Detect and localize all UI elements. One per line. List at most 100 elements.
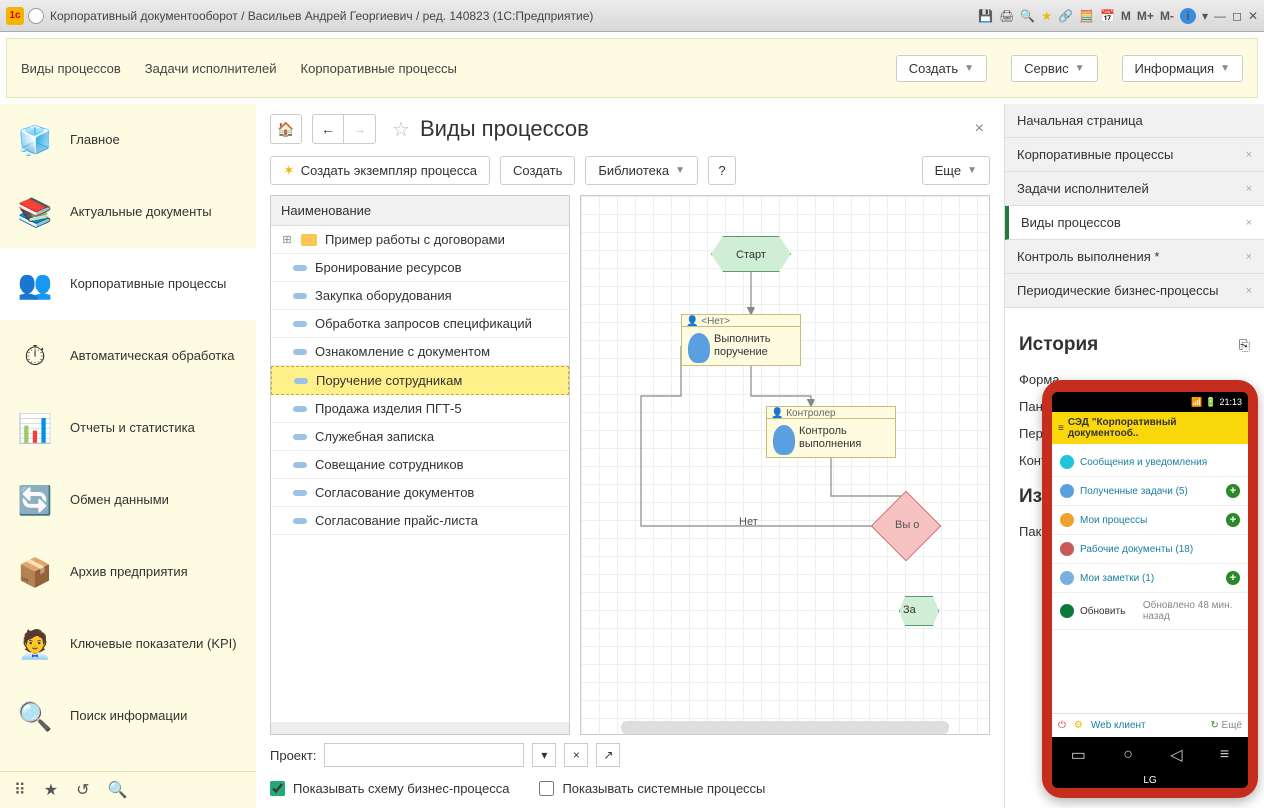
calendar-icon[interactable]: 📅 — [1100, 9, 1115, 23]
sidebar-item-auto[interactable]: ⏱Автоматическая обработка — [0, 320, 256, 392]
create-button[interactable]: Создать▼ — [896, 55, 987, 82]
phone-row-notes[interactable]: Мои заметки (1)+ — [1052, 564, 1248, 593]
diagram-start-node[interactable]: Старт — [711, 236, 791, 272]
create-button[interactable]: Создать — [500, 156, 575, 185]
expand-icon[interactable]: ⊞ — [281, 233, 293, 246]
apps-icon[interactable]: ⠿ — [14, 780, 26, 800]
service-button[interactable]: Сервис▼ — [1011, 55, 1097, 82]
link-icon[interactable]: 🔗 — [1058, 9, 1073, 23]
dropdown-circle-icon[interactable] — [28, 8, 44, 24]
tree-header[interactable]: Наименование — [271, 196, 569, 226]
nav-menu-icon[interactable]: ≡ — [1220, 746, 1229, 764]
tab-close-icon[interactable]: × — [1246, 217, 1252, 229]
menu-tasks[interactable]: Задачи исполнителей — [145, 61, 277, 76]
diagram-task2-node[interactable]: Контроль выполнения — [766, 418, 896, 458]
phone-more-link[interactable]: ↻ Ещё — [1210, 720, 1242, 731]
history-settings-icon[interactable]: ⎘ — [1239, 337, 1250, 354]
nav-home-icon[interactable]: ○ — [1123, 746, 1133, 764]
tree-row[interactable]: Ознакомление с документом — [271, 338, 569, 366]
nav-recent-icon[interactable]: ▭ — [1071, 745, 1086, 765]
menu-process-types[interactable]: Виды процессов — [21, 61, 121, 76]
sidebar-item-main[interactable]: 🧊Главное — [0, 104, 256, 176]
tab-close-icon[interactable]: × — [1246, 149, 1252, 161]
tree-row[interactable]: Поручение сотрудникам — [271, 366, 569, 395]
tab-periodic[interactable]: Периодические бизнес-процессы× — [1005, 274, 1264, 308]
project-select-button[interactable]: ▾ — [532, 743, 556, 767]
power-icon[interactable]: ⏻ — [1058, 720, 1066, 731]
print-icon[interactable]: 🖨 — [999, 9, 1014, 23]
sidebar-item-exchange[interactable]: 🔄Обмен данными — [0, 464, 256, 536]
project-input[interactable] — [324, 743, 524, 767]
forward-button[interactable]: → — [344, 114, 376, 144]
caret-down-icon[interactable]: ▾ — [1202, 9, 1208, 23]
library-button[interactable]: Библиотека▼ — [585, 156, 698, 185]
tree-row[interactable]: ⊞Пример работы с договорами — [271, 226, 569, 254]
close-page-icon[interactable]: × — [975, 120, 990, 138]
tree-row[interactable]: Совещание сотрудников — [271, 451, 569, 479]
tab-corporate[interactable]: Корпоративные процессы× — [1005, 138, 1264, 172]
sidebar-item-archive[interactable]: 📦Архив предприятия — [0, 536, 256, 608]
process-diagram[interactable]: Старт 👤 <Нет> Выполнить поручение 👤 Конт… — [580, 195, 990, 735]
sidebar-item-search[interactable]: 🔍Поиск информации — [0, 680, 256, 752]
history-icon[interactable]: ↺ — [76, 780, 89, 800]
diagram-task1-node[interactable]: Выполнить поручение — [681, 326, 801, 366]
memory-mminus-button[interactable]: M- — [1160, 9, 1174, 23]
scrollbar[interactable] — [621, 721, 949, 734]
tab-close-icon[interactable]: × — [1246, 285, 1252, 297]
phone-row-messages[interactable]: Сообщения и уведомления — [1052, 448, 1248, 477]
phone-row-docs[interactable]: Рабочие документы (18) — [1052, 535, 1248, 564]
tab-tasks[interactable]: Задачи исполнителей× — [1005, 172, 1264, 206]
show-scheme-checkbox[interactable]: Показывать схему бизнес-процесса — [270, 781, 509, 796]
info-icon[interactable]: i — [1180, 8, 1196, 24]
show-system-checkbox[interactable]: Показывать системные процессы — [539, 781, 765, 796]
phone-web-link[interactable]: Web клиент — [1091, 720, 1146, 731]
search-icon[interactable]: 🔍 — [107, 780, 127, 800]
info-button[interactable]: Информация▼ — [1122, 55, 1244, 82]
sidebar-item-processes[interactable]: 👥Корпоративные процессы — [0, 248, 256, 320]
tree-row[interactable]: Согласование документов — [271, 479, 569, 507]
memory-m-button[interactable]: M — [1121, 9, 1131, 23]
more-button[interactable]: Еще▼ — [922, 156, 990, 185]
home-button[interactable]: 🏠 — [270, 114, 302, 144]
nav-back-icon[interactable]: ◁ — [1170, 745, 1182, 765]
add-icon[interactable]: + — [1226, 571, 1240, 585]
memory-mplus-button[interactable]: M+ — [1137, 9, 1154, 23]
tab-close-icon[interactable]: × — [1246, 251, 1252, 263]
sidebar-item-docs[interactable]: 📚Актуальные документы — [0, 176, 256, 248]
sidebar-item-kpi[interactable]: 🧑‍💼Ключевые показатели (KPI) — [0, 608, 256, 680]
tree-row[interactable]: Бронирование ресурсов — [271, 254, 569, 282]
tree-row[interactable]: Обработка запросов спецификаций — [271, 310, 569, 338]
preview-icon[interactable]: 🔍 — [1020, 9, 1035, 23]
menu-corporate[interactable]: Корпоративные процессы — [301, 61, 457, 76]
scrollbar[interactable] — [271, 722, 569, 734]
tab-close-icon[interactable]: × — [1246, 183, 1252, 195]
menu-icon[interactable]: ≡ — [1058, 423, 1064, 434]
phone-row-processes[interactable]: Мои процессы+ — [1052, 506, 1248, 535]
tree-row[interactable]: Служебная записка — [271, 423, 569, 451]
add-icon[interactable]: + — [1226, 513, 1240, 527]
settings-icon[interactable]: ⚙ — [1074, 720, 1083, 731]
tab-home[interactable]: Начальная страница — [1005, 104, 1264, 138]
help-button[interactable]: ? — [708, 156, 736, 185]
create-instance-button[interactable]: ✶Создать экземпляр процесса — [270, 156, 490, 185]
tree-row[interactable]: Закупка оборудования — [271, 282, 569, 310]
add-icon[interactable]: + — [1226, 484, 1240, 498]
tree-row[interactable]: Продажа изделия ПГТ-5 — [271, 395, 569, 423]
favorite-icon[interactable]: ☆ — [392, 117, 410, 142]
phone-row-tasks[interactable]: Полученные задачи (5)+ — [1052, 477, 1248, 506]
star-icon[interactable]: ★ — [1041, 9, 1052, 23]
project-clear-button[interactable]: × — [564, 743, 588, 767]
maximize-icon[interactable]: ◻ — [1232, 9, 1242, 23]
minimize-icon[interactable]: — — [1214, 9, 1226, 23]
tab-process-types[interactable]: Виды процессов× — [1005, 206, 1264, 240]
calc-icon[interactable]: 🧮 — [1079, 9, 1094, 23]
phone-row-refresh[interactable]: Обновить Обновлено 48 мин. назад — [1052, 593, 1248, 630]
tree-row[interactable]: Согласование прайс-листа — [271, 507, 569, 535]
sidebar-item-reports[interactable]: 📊Отчеты и статистика — [0, 392, 256, 464]
back-button[interactable]: ← — [312, 114, 344, 144]
save-icon[interactable]: 💾 — [978, 9, 993, 23]
tab-control[interactable]: Контроль выполнения *× — [1005, 240, 1264, 274]
fav-icon[interactable]: ★ — [44, 780, 58, 800]
project-open-button[interactable]: ↗ — [596, 743, 620, 767]
close-icon[interactable]: ✕ — [1248, 9, 1258, 23]
